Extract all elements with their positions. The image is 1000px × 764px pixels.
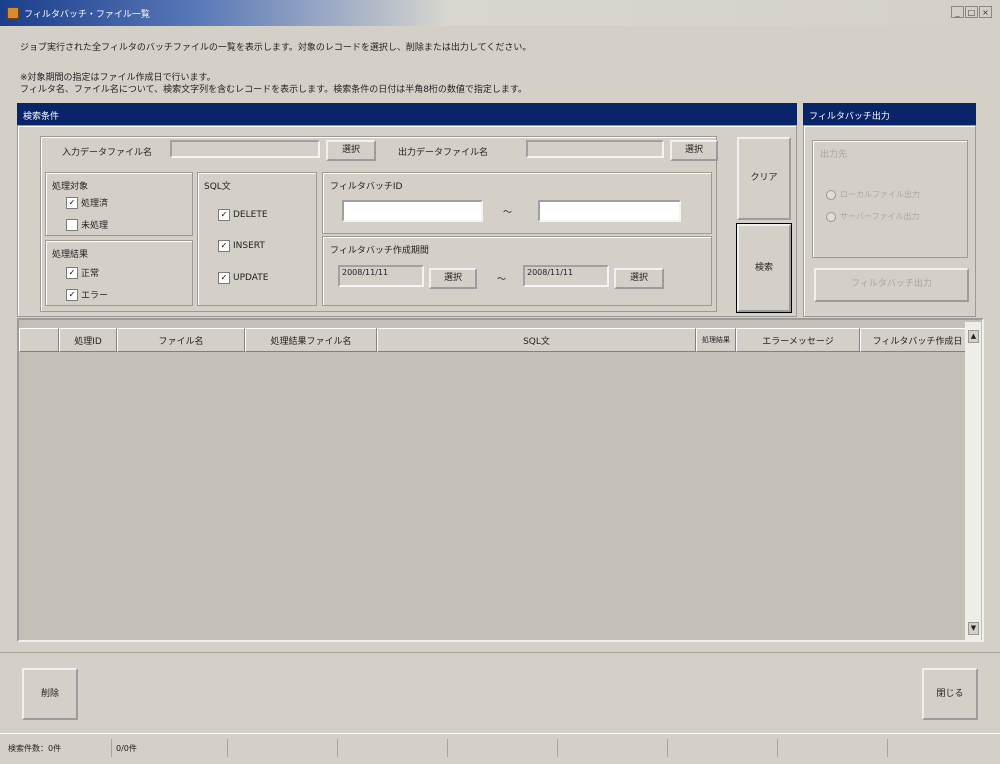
date-range-separator: ～: [497, 275, 507, 285]
grid-body: [19, 352, 961, 639]
sql-option-label: UPDATE: [233, 273, 269, 283]
sql-label: SQL文: [204, 182, 231, 192]
grid-col-file-name[interactable]: ファイル名: [117, 328, 245, 352]
input-file-field[interactable]: [170, 140, 320, 158]
sql-option-label: INSERT: [233, 241, 265, 251]
footer-divider: [0, 652, 1000, 653]
scroll-up-icon[interactable]: ▲: [968, 330, 979, 343]
output-header: フィルタバッチ出力: [803, 103, 976, 125]
target-option-label: 未処理: [81, 221, 109, 231]
filter-id-from-input[interactable]: [342, 200, 483, 222]
sql-option-label: DELETE: [233, 210, 268, 220]
search-conditions-header: 検索条件: [17, 103, 797, 125]
checkbox-icon[interactable]: ✓: [218, 209, 230, 221]
status-cell-count: 検索件数：0件: [4, 739, 112, 757]
radio-label: ローカルファイル出力: [840, 190, 920, 199]
status-cell-page: 0/0件: [112, 739, 228, 757]
maximize-button[interactable]: □: [965, 6, 978, 18]
close-button[interactable]: 閉じる: [922, 668, 978, 720]
window-controls: _ □ ×: [951, 6, 992, 18]
grid-col-sql[interactable]: SQL文: [377, 328, 696, 352]
checkbox-icon[interactable]: [66, 218, 78, 231]
search-button[interactable]: 検索: [736, 223, 792, 313]
target-option-label: 処理済: [81, 199, 109, 209]
status-cell: [448, 739, 558, 757]
status-cell: [558, 739, 668, 757]
radio-label: サーバーファイル出力: [840, 212, 920, 221]
result-option-label: 正常: [81, 269, 100, 279]
app-icon: [7, 7, 19, 19]
date-from-select-button[interactable]: 選択: [429, 268, 477, 289]
checkbox-icon[interactable]: ✓: [218, 240, 230, 252]
target-option-unprocessed[interactable]: 未処理: [66, 218, 108, 231]
date-range-label: フィルタバッチ作成期間: [330, 246, 429, 256]
checkbox-icon[interactable]: ✓: [66, 266, 78, 279]
server-file-radio[interactable]: サーバーファイル出力: [826, 211, 919, 222]
window-title: フィルタバッチ・ファイル一覧: [24, 10, 150, 20]
local-file-radio[interactable]: ローカルファイル出力: [826, 189, 920, 200]
radio-icon[interactable]: [826, 211, 836, 222]
delete-button[interactable]: 削除: [22, 668, 78, 720]
filter-batch-output-button[interactable]: フィルタバッチ出力: [814, 268, 969, 302]
checkbox-icon[interactable]: ✓: [66, 196, 78, 209]
input-file-label: 入力データファイル名: [62, 148, 153, 158]
grid-col-result[interactable]: 処理結果: [696, 328, 736, 352]
target-option-processed[interactable]: ✓ 処理済: [66, 196, 108, 209]
result-option-label: エラー: [81, 291, 109, 301]
checkbox-icon[interactable]: ✓: [66, 288, 78, 301]
minimize-button[interactable]: _: [951, 6, 964, 18]
sql-option-insert[interactable]: ✓ INSERT: [218, 240, 265, 252]
checkbox-icon[interactable]: ✓: [218, 272, 230, 284]
date-from-field[interactable]: 2008/11/11: [338, 265, 424, 287]
output-destination-label: 出力先: [820, 150, 848, 160]
status-bar: 検索件数：0件 0/0件: [0, 733, 1000, 764]
scroll-down-icon[interactable]: ▼: [968, 622, 979, 635]
date-to-field[interactable]: 2008/11/11: [523, 265, 609, 287]
status-cell: [338, 739, 448, 757]
result-option-error[interactable]: ✓ エラー: [66, 288, 108, 301]
sql-option-delete[interactable]: ✓ DELETE: [218, 209, 268, 221]
description-line-1: ジョブ実行された全フィルタのバッチファイルの一覧を表示します。対象のレコードを選…: [20, 43, 532, 53]
clear-button[interactable]: クリア: [737, 137, 791, 220]
output-file-select-button[interactable]: 選択: [670, 140, 718, 161]
output-file-label: 出力データファイル名: [398, 148, 489, 158]
date-to-select-button[interactable]: 選択: [614, 268, 664, 289]
status-cell: [668, 739, 778, 757]
input-file-select-button[interactable]: 選択: [326, 140, 376, 161]
range-separator: ～: [503, 208, 513, 218]
result-label: 処理結果: [52, 250, 89, 260]
output-file-field[interactable]: [526, 140, 664, 158]
status-cell: [228, 739, 338, 757]
grid-col-id[interactable]: 処理ID: [59, 328, 117, 352]
grid-col-select[interactable]: [19, 328, 59, 352]
description-line-3: フィルタ名、ファイル名について、検索文字列を含むレコードを表示します。検索条件の…: [20, 85, 528, 95]
target-label: 処理対象: [52, 182, 89, 192]
filter-id-to-input[interactable]: [538, 200, 681, 222]
result-option-normal[interactable]: ✓ 正常: [66, 266, 99, 279]
radio-icon[interactable]: [826, 189, 836, 200]
sql-option-update[interactable]: ✓ UPDATE: [218, 272, 268, 284]
close-window-button[interactable]: ×: [979, 6, 992, 18]
grid-vertical-scrollbar[interactable]: [965, 322, 981, 640]
sql-group: [197, 172, 317, 306]
grid-col-error-message[interactable]: エラーメッセージ: [736, 328, 860, 352]
filter-id-label: フィルタバッチID: [330, 182, 403, 192]
title-bar: [0, 0, 1000, 26]
status-cell: [778, 739, 888, 757]
grid-col-result-file[interactable]: 処理結果ファイル名: [245, 328, 377, 352]
grid-col-created-date[interactable]: フィルタバッチ作成日: [860, 328, 975, 352]
grid-header: 処理ID ファイル名 処理結果ファイル名 SQL文 処理結果 エラーメッセージ …: [19, 328, 975, 352]
status-cell: [888, 739, 988, 757]
